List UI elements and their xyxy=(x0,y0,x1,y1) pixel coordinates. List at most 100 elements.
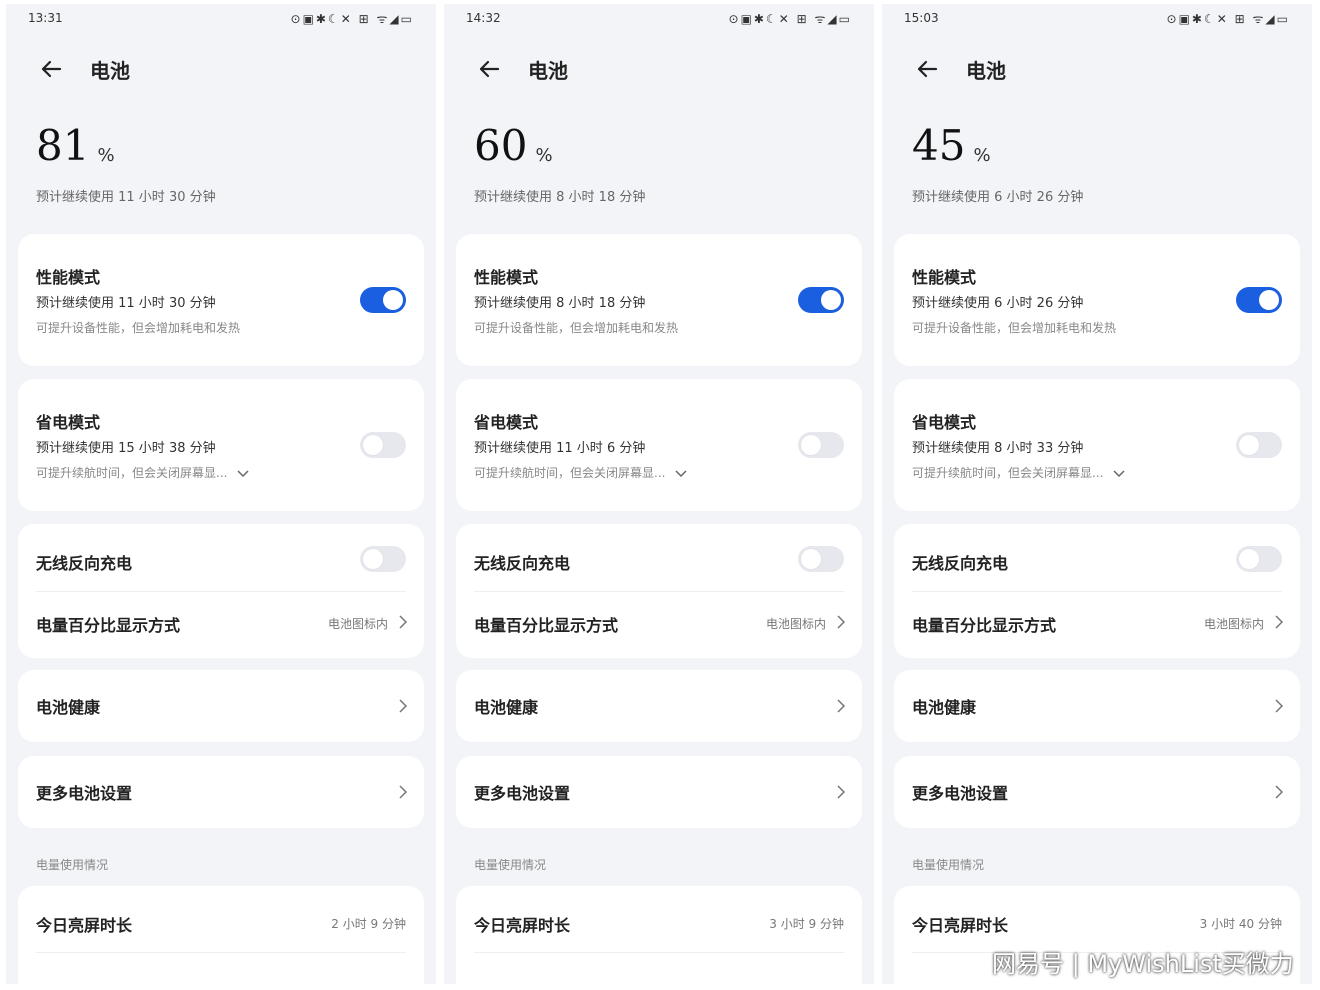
toggle-knob xyxy=(801,549,821,569)
performance-mode-desc: 可提升设备性能，但会增加耗电和发热 xyxy=(912,321,1117,335)
battery-percentage: 60 % xyxy=(474,124,553,168)
header: 电池 xyxy=(474,54,568,84)
power-saving-toggle[interactable] xyxy=(360,432,406,458)
battery-health-title: 电池健康 xyxy=(36,698,101,717)
performance-mode-card[interactable]: 性能模式 预计继续使用 8 小时 18 分钟 可提升设备性能，但会增加耗电和发热 xyxy=(456,234,862,366)
power-saving-desc-wrap[interactable]: 可提升续航时间，但会关闭屏幕显... xyxy=(474,464,687,481)
power-saving-desc: 可提升续航时间，但会关闭屏幕显... xyxy=(474,466,666,480)
status-bar: 13:31 ⊙▣✱☾✕ ⊞ ᯤ◢▭ xyxy=(28,10,414,26)
page-title: 电池 xyxy=(90,58,130,83)
power-saving-card[interactable]: 省电模式 预计继续使用 8 小时 33 分钟 可提升续航时间，但会关闭屏幕显..… xyxy=(894,379,1300,511)
screen-time-value: 2 小时 9 分钟 xyxy=(331,917,406,931)
screen-time-value: 3 小时 9 分钟 xyxy=(769,917,844,931)
chevron-right-icon[interactable] xyxy=(398,614,408,630)
chevron-right-icon[interactable] xyxy=(1274,614,1284,630)
performance-mode-card[interactable]: 性能模式 预计继续使用 6 小时 26 分钟 可提升设备性能，但会增加耗电和发热 xyxy=(894,234,1300,366)
wireless-reverse-charging-toggle[interactable] xyxy=(1236,546,1282,572)
status-icons: ⊙▣✱☾✕ ⊞ ᯤ◢▭ xyxy=(290,11,414,26)
percent-display-value[interactable]: 电池图标内 xyxy=(766,615,826,632)
chevron-down-icon[interactable] xyxy=(1113,469,1125,479)
battery-health-row[interactable]: 电池健康 xyxy=(894,670,1300,742)
toggle-knob xyxy=(821,290,841,310)
page-title: 电池 xyxy=(528,58,568,83)
toggle-knob xyxy=(363,549,383,569)
battery-percent-unit: % xyxy=(535,145,553,166)
divider xyxy=(36,591,406,592)
chevron-right-icon[interactable] xyxy=(1274,784,1284,800)
battery-screen-3: 15:03 ⊙▣✱☾✕ ⊞ ᯤ◢▭ 电池 45 % 预计继续使用 6 小时 26… xyxy=(882,4,1312,984)
performance-mode-title: 性能模式 xyxy=(36,268,101,287)
power-saving-desc: 可提升续航时间，但会关闭屏幕显... xyxy=(36,466,228,480)
divider xyxy=(474,952,844,953)
more-battery-settings-title: 更多电池设置 xyxy=(912,784,1009,803)
chevron-right-icon[interactable] xyxy=(1274,698,1284,714)
percent-display-title[interactable]: 电量百分比显示方式 xyxy=(912,612,1056,636)
battery-estimate: 预计继续使用 11 小时 30 分钟 xyxy=(36,190,216,205)
status-time: 14:32 xyxy=(466,11,501,25)
wireless-reverse-charging-toggle[interactable] xyxy=(798,546,844,572)
battery-estimate: 预计继续使用 6 小时 26 分钟 xyxy=(912,190,1084,205)
battery-percentage: 45 % xyxy=(912,124,991,168)
chevron-right-icon[interactable] xyxy=(836,784,846,800)
battery-percent-unit: % xyxy=(97,145,115,166)
battery-estimate: 预计继续使用 8 小时 18 分钟 xyxy=(474,190,646,205)
percent-display-title[interactable]: 电量百分比显示方式 xyxy=(36,612,180,636)
battery-percent-value: 60 xyxy=(474,121,528,170)
battery-health-row[interactable]: 电池健康 xyxy=(456,670,862,742)
power-saving-card[interactable]: 省电模式 预计继续使用 15 小时 38 分钟 可提升续航时间，但会关闭屏幕显.… xyxy=(18,379,424,511)
performance-mode-toggle[interactable] xyxy=(360,287,406,313)
chevron-right-icon[interactable] xyxy=(836,614,846,630)
performance-mode-estimate: 预计继续使用 8 小时 18 分钟 xyxy=(474,296,646,311)
chevron-right-icon[interactable] xyxy=(398,784,408,800)
battery-screen-2: 14:32 ⊙▣✱☾✕ ⊞ ᯤ◢▭ 电池 60 % 预计继续使用 8 小时 18… xyxy=(444,4,874,984)
more-battery-settings-title: 更多电池设置 xyxy=(36,784,133,803)
performance-mode-desc: 可提升设备性能，但会增加耗电和发热 xyxy=(36,321,241,335)
screen-time-title: 今日亮屏时长 xyxy=(912,916,1009,935)
power-saving-title: 省电模式 xyxy=(36,413,101,432)
power-saving-estimate: 预计继续使用 8 小时 33 分钟 xyxy=(912,441,1084,456)
back-arrow-icon[interactable] xyxy=(36,54,66,84)
power-saving-desc-wrap[interactable]: 可提升续航时间，但会关闭屏幕显... xyxy=(912,464,1125,481)
back-arrow-icon[interactable] xyxy=(912,54,942,84)
more-battery-settings-row[interactable]: 更多电池设置 xyxy=(18,756,424,828)
divider xyxy=(912,591,1282,592)
wireless-reverse-charging-toggle[interactable] xyxy=(360,546,406,572)
chevron-right-icon[interactable] xyxy=(398,698,408,714)
more-battery-settings-row[interactable]: 更多电池设置 xyxy=(456,756,862,828)
usage-section-label: 电量使用情况 xyxy=(474,858,547,872)
back-arrow-icon[interactable] xyxy=(474,54,504,84)
power-saving-toggle[interactable] xyxy=(1236,432,1282,458)
battery-percent-value: 45 xyxy=(912,121,966,170)
usage-section-label: 电量使用情况 xyxy=(36,858,109,872)
page-title: 电池 xyxy=(966,58,1006,83)
performance-mode-toggle[interactable] xyxy=(1236,287,1282,313)
wireless-reverse-charging-title: 无线反向充电 xyxy=(36,554,133,573)
power-saving-card[interactable]: 省电模式 预计继续使用 11 小时 6 分钟 可提升续航时间，但会关闭屏幕显..… xyxy=(456,379,862,511)
percent-display-title[interactable]: 电量百分比显示方式 xyxy=(474,612,618,636)
percent-display-value[interactable]: 电池图标内 xyxy=(1204,615,1264,632)
usage-section-label: 电量使用情况 xyxy=(912,858,985,872)
screen-time-title: 今日亮屏时长 xyxy=(474,916,571,935)
status-icons: ⊙▣✱☾✕ ⊞ ᯤ◢▭ xyxy=(728,11,852,26)
power-saving-desc-wrap[interactable]: 可提升续航时间，但会关闭屏幕显... xyxy=(36,464,249,481)
power-saving-estimate: 预计继续使用 11 小时 6 分钟 xyxy=(474,441,646,456)
performance-mode-toggle[interactable] xyxy=(798,287,844,313)
charging-display-card: 无线反向充电 电量百分比显示方式 电池图标内 xyxy=(894,524,1300,658)
performance-mode-card[interactable]: 性能模式 预计继续使用 11 小时 30 分钟 可提升设备性能，但会增加耗电和发… xyxy=(18,234,424,366)
toggle-knob xyxy=(1239,549,1259,569)
screen-time-card: 今日亮屏时长 2 小时 9 分钟 xyxy=(18,886,424,984)
battery-health-row[interactable]: 电池健康 xyxy=(18,670,424,742)
screen-time-value: 3 小时 40 分钟 xyxy=(1199,917,1282,931)
power-saving-desc: 可提升续航时间，但会关闭屏幕显... xyxy=(912,466,1104,480)
more-battery-settings-row[interactable]: 更多电池设置 xyxy=(894,756,1300,828)
chevron-right-icon[interactable] xyxy=(836,698,846,714)
chevron-down-icon[interactable] xyxy=(237,469,249,479)
toggle-knob xyxy=(363,435,383,455)
chevron-down-icon[interactable] xyxy=(675,469,687,479)
battery-percentage: 81 % xyxy=(36,124,115,168)
more-battery-settings-title: 更多电池设置 xyxy=(474,784,571,803)
power-saving-toggle[interactable] xyxy=(798,432,844,458)
performance-mode-title: 性能模式 xyxy=(912,268,977,287)
percent-display-value[interactable]: 电池图标内 xyxy=(328,615,388,632)
performance-mode-estimate: 预计继续使用 11 小时 30 分钟 xyxy=(36,296,216,311)
